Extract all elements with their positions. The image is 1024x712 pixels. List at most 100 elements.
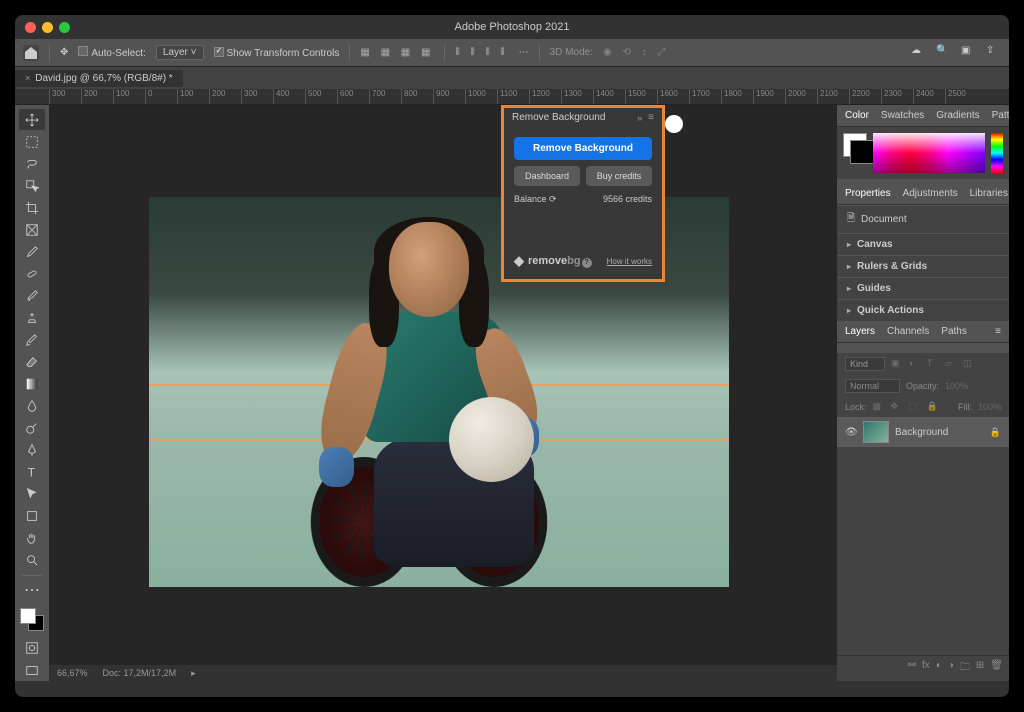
fill-value[interactable]: 100%: [978, 402, 1001, 412]
filter-smart-icon[interactable]: ◫: [963, 358, 975, 370]
kind-filter[interactable]: [845, 357, 885, 371]
move-tool-icon[interactable]: [19, 109, 45, 130]
history-brush-icon[interactable]: [19, 329, 45, 350]
tab-color[interactable]: Color: [845, 110, 869, 121]
tab-patterns[interactable]: Patterns: [992, 110, 1009, 121]
document-tab[interactable]: × David.jpg @ 66,7% (RGB/8#) *: [15, 70, 183, 87]
3d-mode-icons: ◉ ⟲ ↕ ⤢: [603, 47, 669, 58]
gradient-tool-icon[interactable]: [19, 374, 45, 395]
group-icon[interactable]: 🗀: [960, 660, 970, 677]
quick-mask-icon[interactable]: [19, 638, 45, 659]
link-layers-icon[interactable]: ⚯: [908, 660, 916, 677]
delete-icon[interactable]: 🗑: [990, 660, 1003, 677]
lasso-tool-icon[interactable]: [19, 153, 45, 174]
edit-toolbar-icon[interactable]: ⋯: [19, 580, 45, 601]
remove-background-button[interactable]: Remove Background: [514, 137, 652, 160]
visibility-icon[interactable]: 👁: [845, 427, 857, 438]
more-icon[interactable]: ⋯: [519, 47, 529, 58]
home-icon[interactable]: [23, 45, 39, 61]
maximize-window-icon[interactable]: [59, 22, 70, 33]
lock-artboard-icon[interactable]: ⬚: [909, 401, 921, 413]
zoom-level[interactable]: 66,67%: [57, 668, 88, 678]
chevron-right-icon[interactable]: ▸: [847, 240, 851, 249]
zoom-tool-icon[interactable]: [19, 550, 45, 571]
tab-swatches[interactable]: Swatches: [881, 110, 924, 121]
marquee-tool-icon[interactable]: [19, 131, 45, 152]
panel-menu-icon[interactable]: ≡: [995, 326, 1001, 337]
align-icons[interactable]: ▦ ▦ ▦ ▦: [360, 47, 434, 58]
layer-select-dropdown[interactable]: Layer ˅: [156, 45, 204, 60]
collapse-icon[interactable]: »: [637, 113, 642, 123]
frame-tool-icon[interactable]: [19, 219, 45, 240]
distribute-icons[interactable]: ⫴ ⫴ ⫴ ⫴: [455, 47, 508, 58]
svg-text:T: T: [28, 466, 36, 480]
dashboard-button[interactable]: Dashboard: [514, 166, 580, 186]
tab-channels[interactable]: Channels: [887, 326, 929, 337]
remove-bg-panel: Remove Background » ≡ Remove Background …: [501, 105, 665, 282]
canvas-area[interactable]: Remove Background » ≡ Remove Background …: [49, 105, 837, 681]
lock-all-icon[interactable]: 🔒: [927, 401, 939, 413]
ext-panel-header[interactable]: Remove Background » ≡: [504, 108, 662, 127]
opacity-value[interactable]: 100%: [945, 381, 968, 391]
status-chevron-icon[interactable]: ▸: [191, 668, 196, 679]
cloud-icon[interactable]: ☁: [911, 45, 926, 60]
pen-tool-icon[interactable]: [19, 440, 45, 461]
chevron-right-icon[interactable]: ▸: [847, 306, 851, 315]
auto-select-checkbox[interactable]: [78, 46, 88, 56]
shape-tool-icon[interactable]: [19, 506, 45, 527]
tab-libraries[interactable]: Libraries: [970, 188, 1008, 199]
tab-paths[interactable]: Paths: [941, 326, 967, 337]
layer-thumbnail[interactable]: [863, 421, 889, 443]
crop-tool-icon[interactable]: [19, 197, 45, 218]
blend-mode-dropdown[interactable]: Normal: [845, 379, 900, 393]
filter-type-icon[interactable]: T: [927, 358, 939, 370]
lock-position-icon[interactable]: ✥: [891, 401, 903, 413]
chevron-right-icon[interactable]: ▸: [847, 284, 851, 293]
clone-tool-icon[interactable]: [19, 307, 45, 328]
close-tab-icon[interactable]: ×: [25, 73, 30, 83]
chevron-right-icon[interactable]: ▸: [847, 262, 851, 271]
hand-tool-icon[interactable]: [19, 528, 45, 549]
minimize-window-icon[interactable]: [42, 22, 53, 33]
filter-adjust-icon[interactable]: ◐: [909, 358, 921, 370]
panel-menu-icon[interactable]: ≡: [648, 112, 654, 123]
brush-tool-icon[interactable]: [19, 285, 45, 306]
filter-shape-icon[interactable]: ▱: [945, 358, 957, 370]
eyedropper-tool-icon[interactable]: [19, 241, 45, 262]
search-icon[interactable]: 🔍: [936, 45, 951, 60]
adjustment-icon[interactable]: ◑: [948, 660, 954, 677]
color-swatch[interactable]: [20, 608, 44, 631]
screen-mode-icon[interactable]: [19, 660, 45, 681]
type-tool-icon[interactable]: T: [19, 462, 45, 483]
fg-bg-swatch[interactable]: [843, 133, 867, 157]
object-select-tool-icon[interactable]: [19, 175, 45, 196]
tab-adjustments[interactable]: Adjustments: [903, 188, 958, 199]
blur-tool-icon[interactable]: [19, 396, 45, 417]
healing-tool-icon[interactable]: [19, 263, 45, 284]
color-picker[interactable]: [837, 127, 1009, 179]
filter-image-icon[interactable]: ▣: [891, 358, 903, 370]
how-it-works-link[interactable]: How it works: [607, 257, 652, 266]
share-icon[interactable]: ⇪: [986, 45, 1001, 60]
workspace-icon[interactable]: ▣: [961, 45, 976, 60]
dodge-tool-icon[interactable]: [19, 418, 45, 439]
tab-layers[interactable]: Layers: [845, 326, 875, 337]
tab-properties[interactable]: Properties: [845, 188, 891, 199]
tab-gradients[interactable]: Gradients: [936, 110, 979, 121]
document-icon: 🗎: [847, 211, 855, 228]
mask-icon[interactable]: ◐: [936, 660, 942, 677]
eraser-tool-icon[interactable]: [19, 352, 45, 373]
hue-slider[interactable]: [991, 133, 1003, 173]
path-tool-icon[interactable]: [19, 484, 45, 505]
refresh-icon[interactable]: ⟳: [549, 194, 557, 204]
buy-credits-button[interactable]: Buy credits: [586, 166, 652, 186]
lock-icon[interactable]: 🔒: [990, 427, 1001, 438]
transform-controls-checkbox[interactable]: [214, 47, 224, 57]
lock-pixels-icon[interactable]: ▩: [873, 401, 885, 413]
new-layer-icon: ⊞: [976, 660, 984, 677]
close-window-icon[interactable]: [25, 22, 36, 33]
remove-bg-icon[interactable]: [665, 115, 683, 133]
layer-row-background[interactable]: 👁 Background 🔒: [837, 417, 1009, 447]
fx-icon[interactable]: fx: [922, 660, 930, 677]
color-spectrum[interactable]: [873, 133, 985, 173]
